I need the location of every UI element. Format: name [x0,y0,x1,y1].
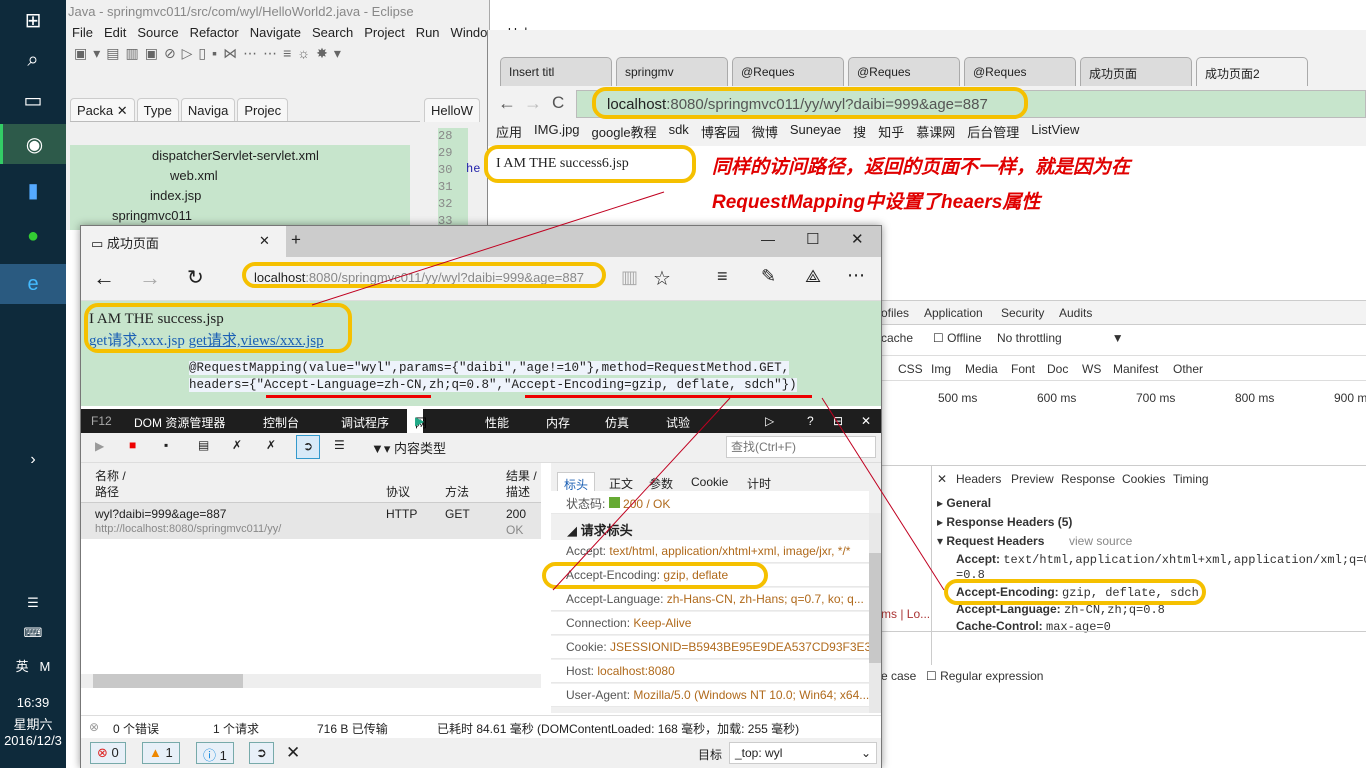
connector-line [311,191,665,306]
connector-line [552,397,731,591]
connector-line [821,397,945,591]
annotation-lines [311,191,945,591]
